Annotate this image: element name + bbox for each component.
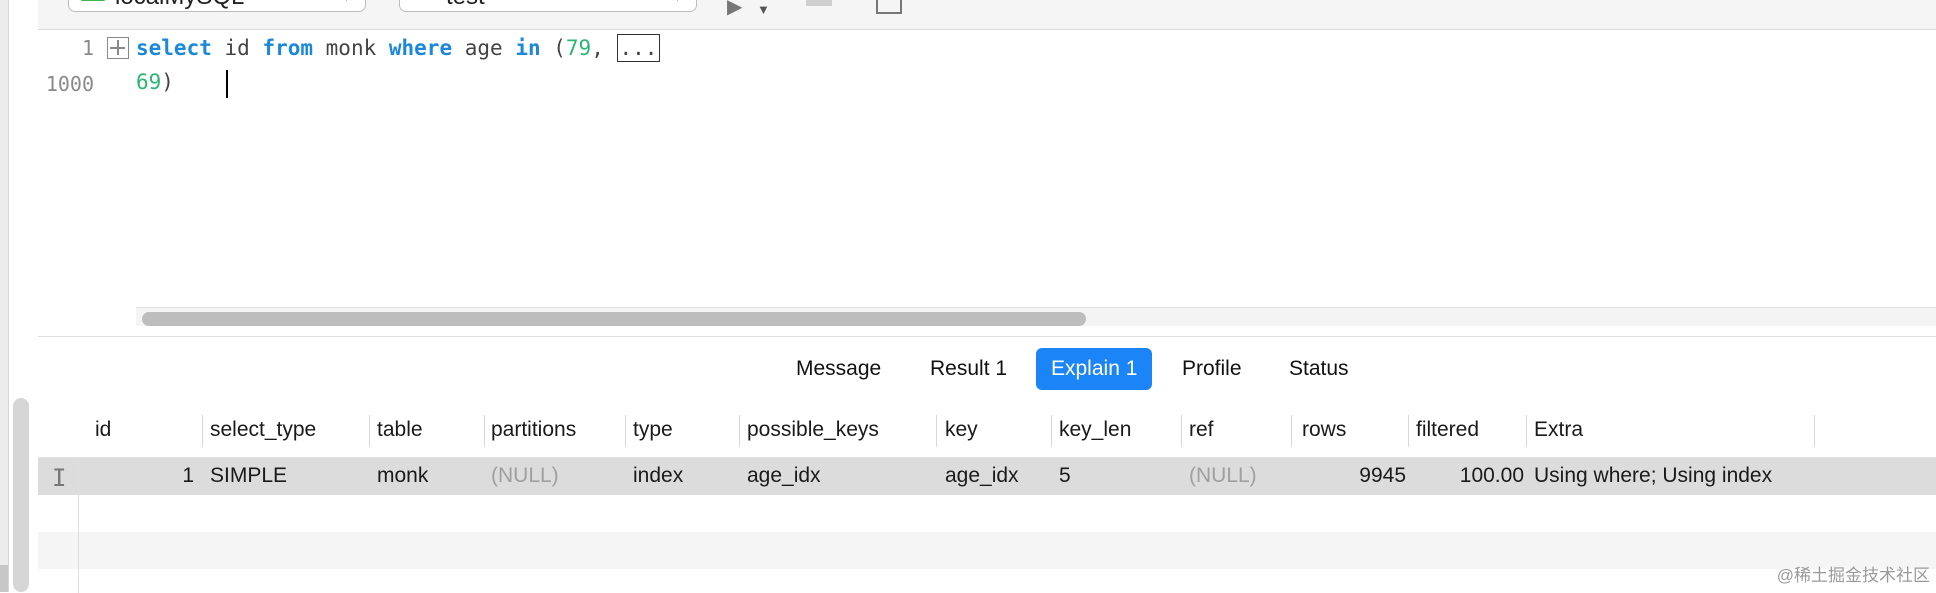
column-header-extra[interactable]: Extra bbox=[1534, 418, 1583, 442]
tab-message[interactable]: Message bbox=[781, 348, 896, 390]
tab-result-1[interactable]: Result 1 bbox=[915, 348, 1022, 390]
column-header-type[interactable]: type bbox=[633, 418, 673, 442]
sql-text: age bbox=[452, 36, 516, 60]
code-line-2: 69) bbox=[136, 70, 174, 94]
cell-table[interactable]: monk bbox=[377, 464, 428, 488]
cell-partitions[interactable]: (NULL) bbox=[491, 464, 559, 488]
column-divider[interactable] bbox=[1181, 415, 1182, 447]
sql-text: ) bbox=[161, 70, 174, 94]
cell-key[interactable]: age_idx bbox=[945, 464, 1019, 488]
column-divider[interactable] bbox=[484, 415, 485, 447]
stop-icon[interactable] bbox=[806, 0, 832, 6]
sql-text: ( bbox=[540, 36, 566, 60]
line-number-gutter: 1 1000 bbox=[38, 30, 102, 335]
query-toolbar: localMySQL test ▶ ▼ bbox=[38, 0, 1936, 30]
column-divider[interactable] bbox=[1814, 415, 1815, 447]
column-header-possible-keys[interactable]: possible_keys bbox=[747, 418, 879, 442]
connection-icon bbox=[79, 0, 107, 1]
line-number: 1 bbox=[81, 36, 94, 60]
cell-extra[interactable]: Using where; Using index bbox=[1534, 464, 1772, 488]
cell-select-type[interactable]: SIMPLE bbox=[210, 464, 287, 488]
sql-text: , bbox=[591, 36, 617, 60]
column-header-id[interactable]: id bbox=[95, 418, 111, 442]
cell-key-len[interactable]: 5 bbox=[1059, 464, 1071, 488]
column-divider[interactable] bbox=[625, 415, 626, 447]
column-header-key[interactable]: key bbox=[945, 418, 978, 442]
text-cursor bbox=[226, 70, 228, 98]
chevron-down-icon bbox=[337, 0, 356, 1]
row-selector-column[interactable] bbox=[38, 457, 79, 593]
run-icon[interactable]: ▶ bbox=[727, 0, 742, 19]
column-header-ref[interactable]: ref bbox=[1189, 418, 1214, 442]
empty-table-row bbox=[38, 495, 1936, 532]
sql-keyword: where bbox=[388, 36, 453, 60]
column-divider[interactable] bbox=[202, 415, 203, 447]
cell-ref[interactable]: (NULL) bbox=[1189, 464, 1257, 488]
column-header-key-len[interactable]: key_len bbox=[1059, 418, 1131, 442]
code-line-1: select id from monk where age in (79, ..… bbox=[136, 34, 661, 62]
empty-table-row bbox=[38, 532, 1936, 569]
sql-keyword: in bbox=[515, 36, 541, 60]
tab-profile[interactable]: Profile bbox=[1167, 348, 1257, 390]
column-divider[interactable] bbox=[1408, 415, 1409, 447]
fold-expand-icon[interactable] bbox=[107, 37, 129, 59]
left-edge-scroll-thumb[interactable] bbox=[0, 565, 8, 592]
column-header-filtered[interactable]: filtered bbox=[1416, 418, 1479, 442]
cell-id[interactable]: 1 bbox=[182, 464, 194, 488]
sql-editor[interactable]: 1 1000 select id from monk where age in … bbox=[38, 30, 1936, 335]
connection-select-value: localMySQL bbox=[115, 0, 244, 11]
horizontal-scrollbar-thumb[interactable] bbox=[142, 312, 1086, 326]
column-header-partitions[interactable]: partitions bbox=[491, 418, 576, 442]
folded-code-placeholder[interactable]: ... bbox=[616, 34, 661, 62]
cell-filtered[interactable]: 100.00 bbox=[1460, 464, 1524, 488]
sql-text: id bbox=[211, 36, 263, 60]
chevron-down-icon bbox=[668, 0, 687, 1]
column-divider[interactable] bbox=[369, 415, 370, 447]
column-divider[interactable] bbox=[936, 415, 937, 447]
column-divider[interactable] bbox=[739, 415, 740, 447]
database-select[interactable]: test bbox=[399, 0, 697, 12]
column-header-rows[interactable]: rows bbox=[1302, 418, 1346, 442]
sql-number: 69 bbox=[136, 70, 162, 94]
left-edge-panel bbox=[0, 0, 9, 592]
column-header-select-type[interactable]: select_type bbox=[210, 418, 316, 442]
cell-rows[interactable]: 9945 bbox=[1359, 464, 1406, 488]
column-divider[interactable] bbox=[1051, 415, 1052, 447]
grid-header: id select_type table partitions type pos… bbox=[38, 405, 1936, 458]
explain-icon[interactable] bbox=[876, 0, 902, 14]
watermark: @稀土掘金技术社区 bbox=[1776, 566, 1930, 585]
sql-number: 79 bbox=[565, 36, 592, 60]
connection-select[interactable]: localMySQL bbox=[68, 0, 366, 12]
table-row[interactable]: I 1 SIMPLE monk (NULL) index age_idx age… bbox=[38, 458, 1936, 495]
line-number: 1000 bbox=[45, 72, 94, 96]
cell-type[interactable]: index bbox=[633, 464, 683, 488]
cell-possible-keys[interactable]: age_idx bbox=[747, 464, 821, 488]
vertical-scrollbar-thumb[interactable] bbox=[13, 398, 29, 592]
tab-explain-1[interactable]: Explain 1 bbox=[1036, 348, 1153, 390]
result-tabs: Message Result 1 Explain 1 Profile Statu… bbox=[38, 336, 1936, 406]
sql-keyword: from bbox=[262, 36, 314, 60]
sql-text: monk bbox=[313, 36, 389, 60]
explain-results-grid: id select_type table partitions type pos… bbox=[38, 405, 1936, 593]
tab-status[interactable]: Status bbox=[1274, 348, 1364, 390]
column-header-table[interactable]: table bbox=[377, 418, 423, 442]
database-select-value: test bbox=[446, 0, 485, 11]
column-divider[interactable] bbox=[1291, 415, 1292, 447]
run-menu-chevron-icon[interactable]: ▼ bbox=[757, 2, 770, 17]
sql-keyword: select bbox=[136, 36, 212, 60]
column-divider[interactable] bbox=[1526, 415, 1527, 447]
